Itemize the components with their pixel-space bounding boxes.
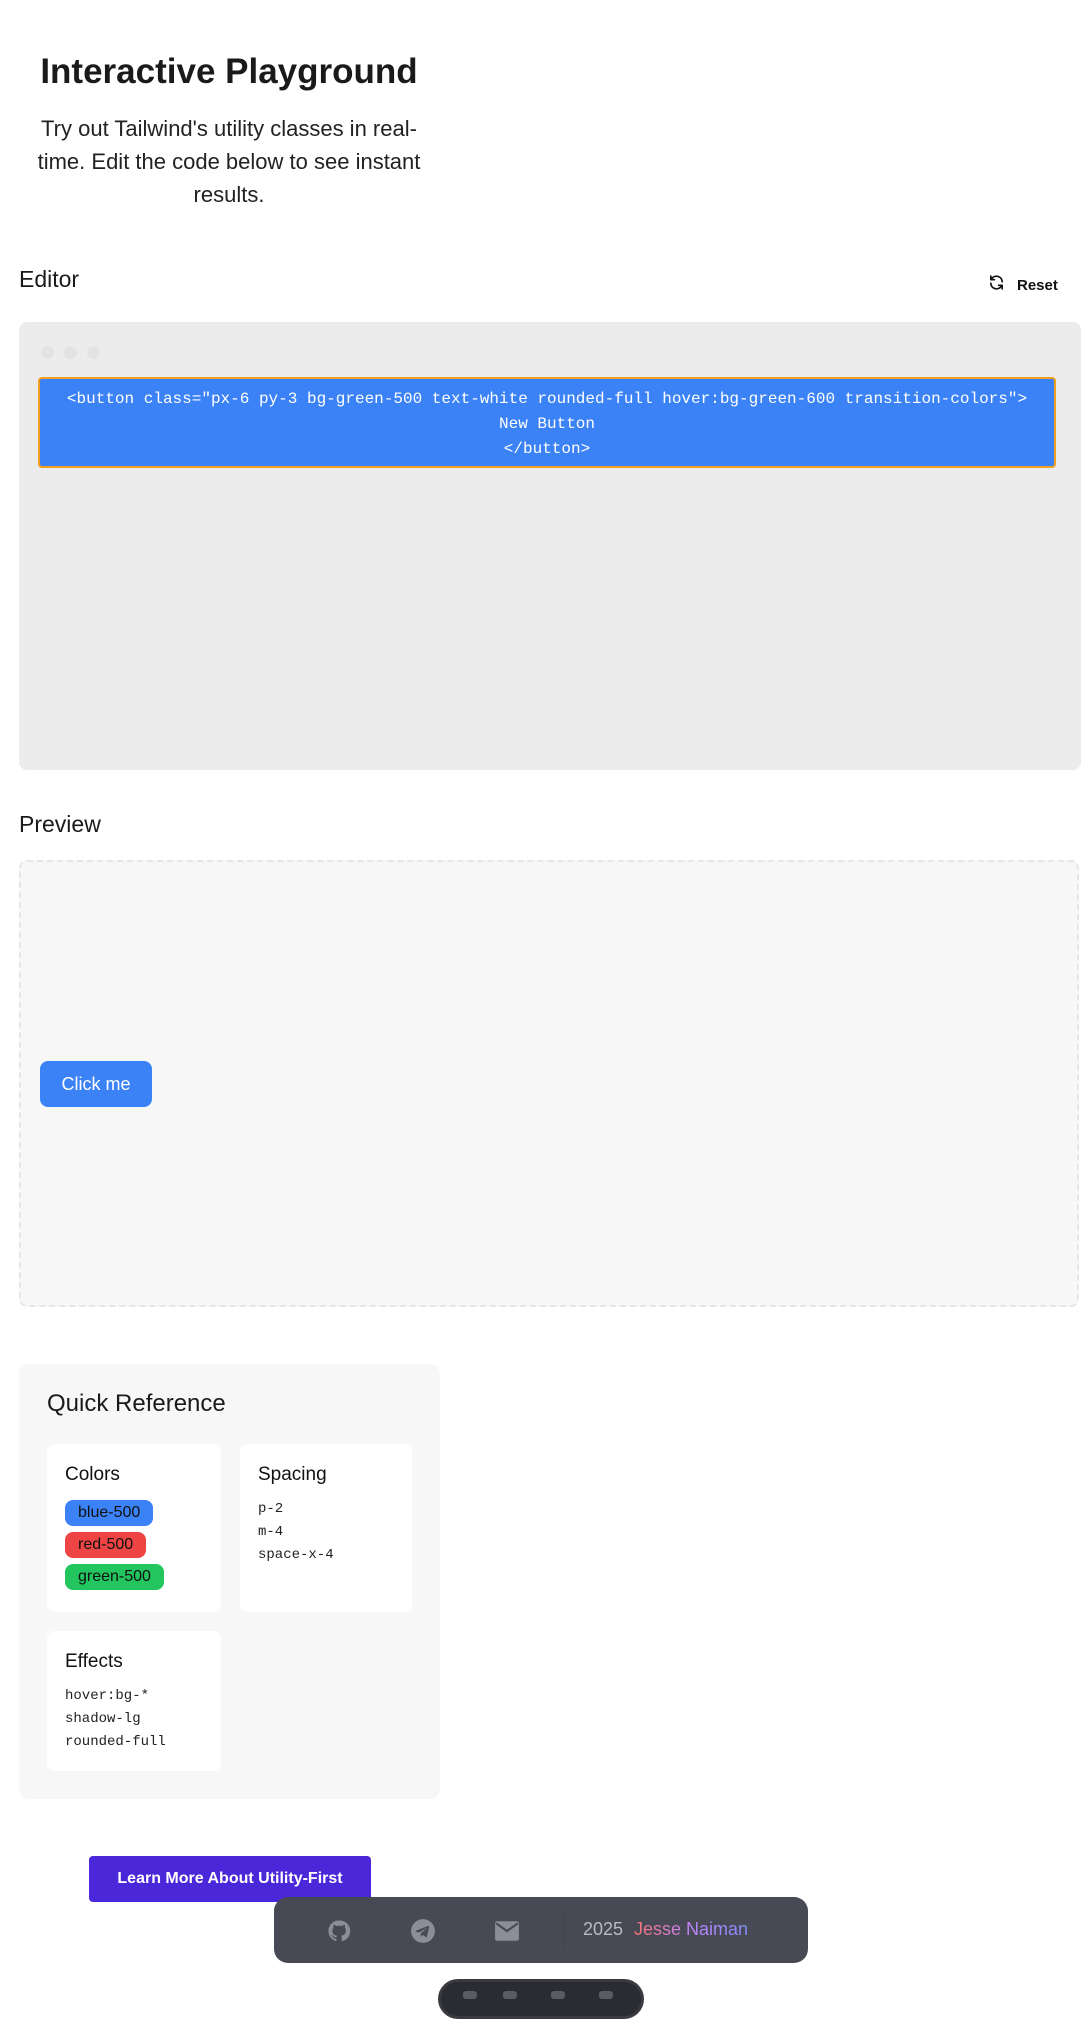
window-dots [41, 346, 100, 359]
editor-heading: Editor [19, 266, 80, 292]
page-title: Interactive Playground [40, 52, 418, 91]
dock-item[interactable] [599, 1991, 613, 1999]
code-editor: <button class="px-6 py-3 bg-green-500 te… [19, 322, 1081, 770]
colors-card: Colors blue-500 red-500 green-500 [47, 1444, 221, 1612]
code-line: New Button [498, 415, 595, 433]
effects-item: hover:bg-* [65, 1688, 150, 1704]
colors-card-title: Colors [65, 1464, 120, 1485]
preview-heading: Preview [19, 811, 101, 837]
effects-item: rounded-full [65, 1734, 166, 1750]
dock-item[interactable] [503, 1991, 517, 1999]
code-line: <button class="px-6 py-3 bg-green-500 te… [66, 390, 1028, 408]
spacing-item: p-2 [258, 1501, 284, 1517]
code-line: </button> [503, 440, 591, 458]
dock-item[interactable] [463, 1991, 477, 1999]
learn-more-button[interactable]: Learn More About Utility-First [89, 1856, 371, 1902]
color-chip-red: red-500 [65, 1532, 147, 1558]
spacing-card: Spacing p-2 m-4 space-x-4 [240, 1444, 412, 1612]
spacing-list: p-2 m-4 space-x-4 [258, 1498, 334, 1567]
reset-label: Reset [1017, 276, 1058, 294]
preview-click-button[interactable]: Click me [40, 1061, 152, 1107]
spacing-item: m-4 [258, 1524, 284, 1540]
effects-card: Effects hover:bg-* shadow-lg rounded-ful… [47, 1631, 221, 1771]
spacing-card-title: Spacing [258, 1464, 327, 1485]
footer-year: 2025 [583, 1919, 624, 1939]
window-dot [64, 346, 77, 359]
code-textarea[interactable]: <button class="px-6 py-3 bg-green-500 te… [38, 377, 1056, 468]
bottom-dock [438, 1979, 644, 2019]
color-chip-green: green-500 [65, 1564, 164, 1590]
github-icon[interactable] [326, 1918, 352, 1944]
effects-card-title: Effects [65, 1651, 123, 1672]
quick-reference-heading: Quick Reference [47, 1390, 226, 1417]
dock-item[interactable] [551, 1991, 565, 1999]
window-dot [41, 346, 54, 359]
mail-icon[interactable] [494, 1918, 520, 1944]
hero: Interactive Playground Try out Tailwind'… [19, 46, 439, 211]
page-subtitle: Try out Tailwind's utility classes in re… [37, 116, 421, 207]
effects-item: shadow-lg [65, 1711, 141, 1727]
spacing-item: space-x-4 [258, 1547, 334, 1563]
footer-bar: 2025 Jesse Naiman [274, 1897, 808, 1963]
refresh-icon [988, 274, 1005, 296]
footer-author[interactable]: Jesse Naiman [634, 1919, 748, 1940]
telegram-icon[interactable] [410, 1918, 436, 1944]
quick-reference-panel: Quick Reference Colors blue-500 red-500 … [19, 1364, 440, 1799]
color-chip-blue: blue-500 [65, 1500, 154, 1526]
window-dot [87, 346, 100, 359]
footer-divider [564, 1913, 565, 1947]
reset-button[interactable]: Reset [988, 271, 1058, 299]
effects-list: hover:bg-* shadow-lg rounded-full [65, 1685, 166, 1754]
preview-panel: Click me [19, 860, 1079, 1307]
